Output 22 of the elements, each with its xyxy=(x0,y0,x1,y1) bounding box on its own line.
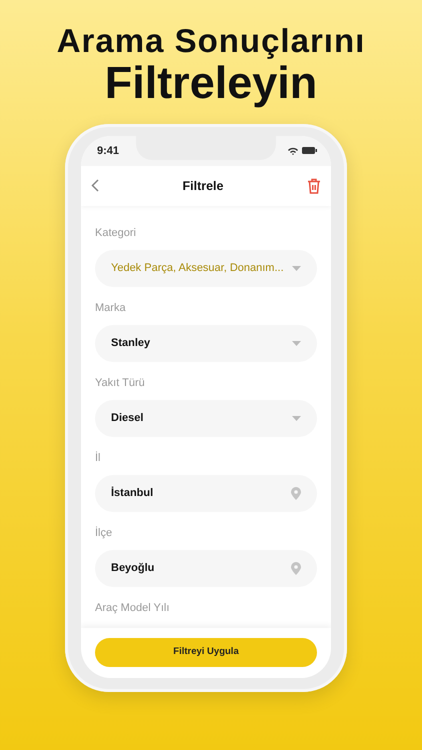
select-field[interactable]: Stanley xyxy=(95,324,317,362)
wifi-icon xyxy=(288,146,298,155)
field-label: İl xyxy=(95,450,102,465)
select-field[interactable]: Diesel xyxy=(95,400,317,437)
field-label: Araç Model Yılı xyxy=(95,600,170,615)
field-label: Marka xyxy=(95,300,127,315)
dropdown-caret-icon xyxy=(292,266,301,271)
status-time: 9:41 xyxy=(97,144,120,159)
battery-icon xyxy=(302,147,317,154)
field-label: Kategori xyxy=(95,226,137,240)
location-pin-icon xyxy=(291,562,301,575)
headline: Filtreleyin xyxy=(104,58,318,106)
select-field[interactable]: Beyoğlu xyxy=(95,550,317,587)
field-label: İlçe xyxy=(95,526,114,540)
apply-filter-button[interactable]: Filtreyi Uygula xyxy=(95,638,317,667)
dropdown-caret-icon xyxy=(292,416,301,421)
dropdown-caret-icon xyxy=(292,340,301,346)
select-field[interactable]: İstanbul xyxy=(95,474,317,512)
location-pin-icon xyxy=(291,486,301,500)
screen-title: Filtrele xyxy=(182,178,224,195)
field-label: Yakıt Türü xyxy=(95,376,146,390)
headline: Arama Sonuçlarını xyxy=(56,24,366,59)
